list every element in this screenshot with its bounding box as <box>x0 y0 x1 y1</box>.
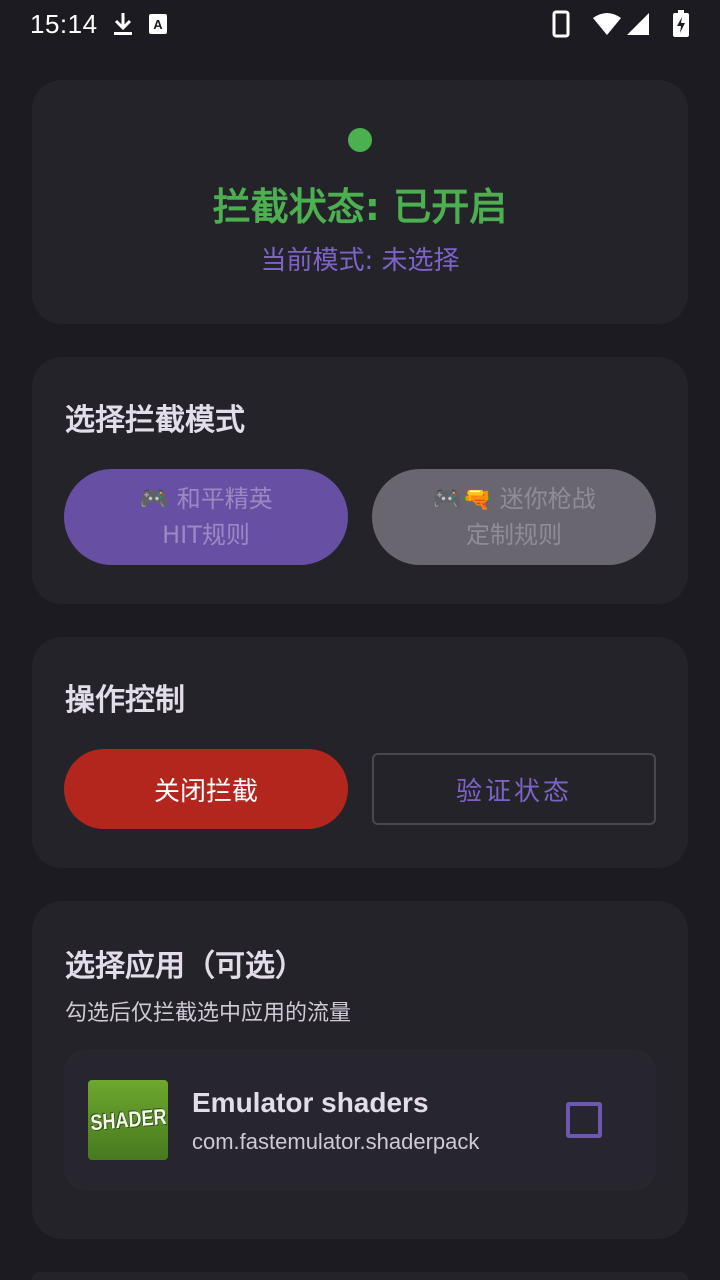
mode-select-card: 选择拦截模式 🎮 和平精英 HIT规则 🎮🔫 迷你枪战 定制规则 <box>32 357 688 604</box>
font-a-icon: A <box>148 13 168 35</box>
app-list-item[interactable]: SHADER Emulator shaders com.fastemulator… <box>64 1049 656 1191</box>
app-icon-label: SHADER <box>89 1103 167 1136</box>
control-card: 操作控制 关闭拦截 验证状态 <box>32 637 688 868</box>
mode-button-peace-elite[interactable]: 🎮 和平精英 HIT规则 <box>64 469 348 565</box>
signal-icon <box>626 12 650 36</box>
mode-button-mini-gunfight[interactable]: 🎮🔫 迷你枪战 定制规则 <box>372 469 656 565</box>
status-time: 15:14 <box>30 8 98 39</box>
status-bar: 15:14 A <box>0 0 720 48</box>
mode-button-mini-gunfight-line1: 🎮🔫 迷你枪战 <box>432 485 596 513</box>
app-select-subtitle: 勾选后仅拦截选中应用的流量 <box>65 1001 352 1026</box>
app-checkbox[interactable] <box>566 1102 602 1138</box>
verify-status-button[interactable]: 验证状态 <box>372 753 656 825</box>
app-name: Emulator shaders <box>192 1087 429 1118</box>
intercept-status-title: 拦截状态: 已开启 <box>212 185 508 229</box>
app-select-card: 选择应用（可选） 勾选后仅拦截选中应用的流量 SHADER Emulator s… <box>32 901 688 1239</box>
mode-select-title: 选择拦截模式 <box>65 403 245 438</box>
app-package: com.fastemulator.shaderpack <box>192 1129 480 1154</box>
close-intercept-button[interactable]: 关闭拦截 <box>64 749 348 829</box>
mode-button-peace-elite-line1: 🎮 和平精英 <box>139 485 273 513</box>
shader-app-icon: SHADER <box>88 1080 168 1160</box>
control-title: 操作控制 <box>65 683 185 718</box>
download-icon <box>112 11 134 37</box>
phone-icon <box>552 10 570 38</box>
mode-button-peace-elite-line2: HIT规则 <box>162 521 250 549</box>
current-mode-text: 当前模式: 未选择 <box>260 246 460 276</box>
wifi-icon <box>592 12 622 36</box>
svg-text:A: A <box>153 17 163 32</box>
mode-button-mini-gunfight-line2: 定制规则 <box>466 521 562 549</box>
status-card: 拦截状态: 已开启 当前模式: 未选择 <box>32 80 688 324</box>
next-card-peek <box>32 1272 688 1280</box>
status-indicator-dot <box>348 128 372 152</box>
app-select-title: 选择应用（可选） <box>65 949 305 984</box>
battery-charging-icon <box>672 10 690 38</box>
